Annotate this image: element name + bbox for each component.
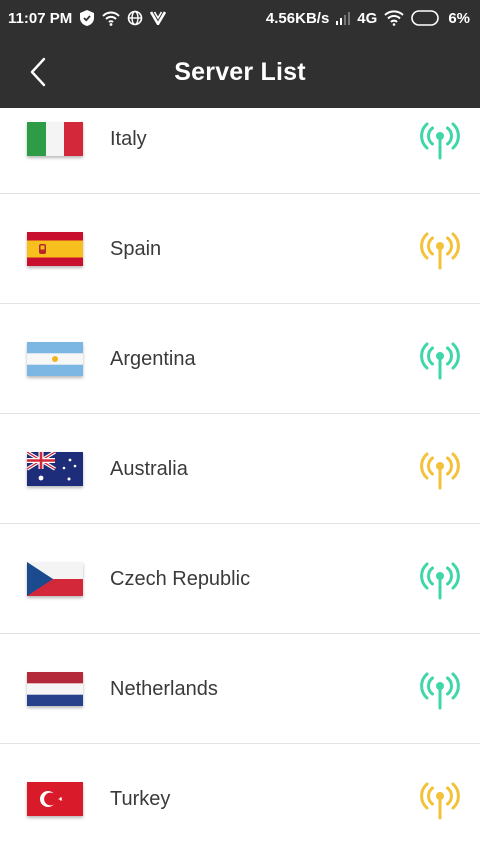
server-list[interactable]: Italy Spain Argentina Australia Czech Republ… (0, 108, 480, 853)
server-row-italy[interactable]: Italy (0, 108, 480, 194)
signal-strength-icon (418, 446, 462, 490)
signal-strength-icon (418, 776, 462, 820)
signal-strength-icon (418, 116, 462, 160)
status-bar: 11:07 PM 4.56KB/s 4G 6% (0, 0, 480, 36)
vpn-logo-icon (150, 11, 167, 25)
server-country-name: Spain (110, 238, 162, 260)
server-row-australia[interactable]: Australia (0, 414, 480, 524)
server-row-netherlands[interactable]: Netherlands (0, 634, 480, 744)
page-title: Server List (174, 57, 306, 86)
shield-icon (79, 9, 95, 27)
network-speed: 4.56KB/s (265, 9, 330, 27)
app-header: Server List (0, 36, 480, 108)
australia-flag-icon (27, 452, 83, 486)
status-right: 4.56KB/s 4G 6% (266, 10, 470, 27)
italy-flag-icon (27, 122, 83, 156)
signal-strength-icon (418, 556, 462, 600)
wifi-icon (384, 10, 405, 26)
back-button[interactable] (20, 52, 56, 92)
server-country-name: Argentina (110, 348, 196, 370)
signal-strength-icon (418, 226, 462, 270)
status-left: 11:07 PM (8, 9, 167, 27)
server-country-name: Czech Republic (110, 568, 251, 590)
argentina-flag-icon (27, 342, 83, 376)
server-country-name: Australia (110, 458, 188, 480)
status-time: 11:07 PM (8, 9, 73, 27)
battery-icon (411, 10, 441, 26)
netherlands-flag-icon (27, 672, 83, 706)
signal-bars-icon (336, 11, 351, 25)
battery-level: 6% (448, 9, 470, 27)
czech-flag-icon (27, 562, 83, 596)
server-row-turkey[interactable]: Turkey (0, 744, 480, 853)
signal-strength-icon (418, 336, 462, 380)
server-row-argentina[interactable]: Argentina (0, 304, 480, 414)
chevron-left-icon (30, 57, 46, 87)
server-country-name: Turkey (110, 788, 171, 810)
spain-flag-icon (27, 232, 83, 266)
server-row-spain[interactable]: Spain (0, 194, 480, 304)
server-country-name: Italy (110, 128, 147, 150)
network-type: 4G (357, 9, 378, 27)
server-row-czech[interactable]: Czech Republic (0, 524, 480, 634)
signal-strength-icon (418, 666, 462, 710)
turkey-flag-icon (27, 782, 83, 816)
globe-icon (127, 10, 143, 26)
wifi-hotspot-icon (102, 10, 120, 26)
server-country-name: Netherlands (110, 678, 218, 700)
